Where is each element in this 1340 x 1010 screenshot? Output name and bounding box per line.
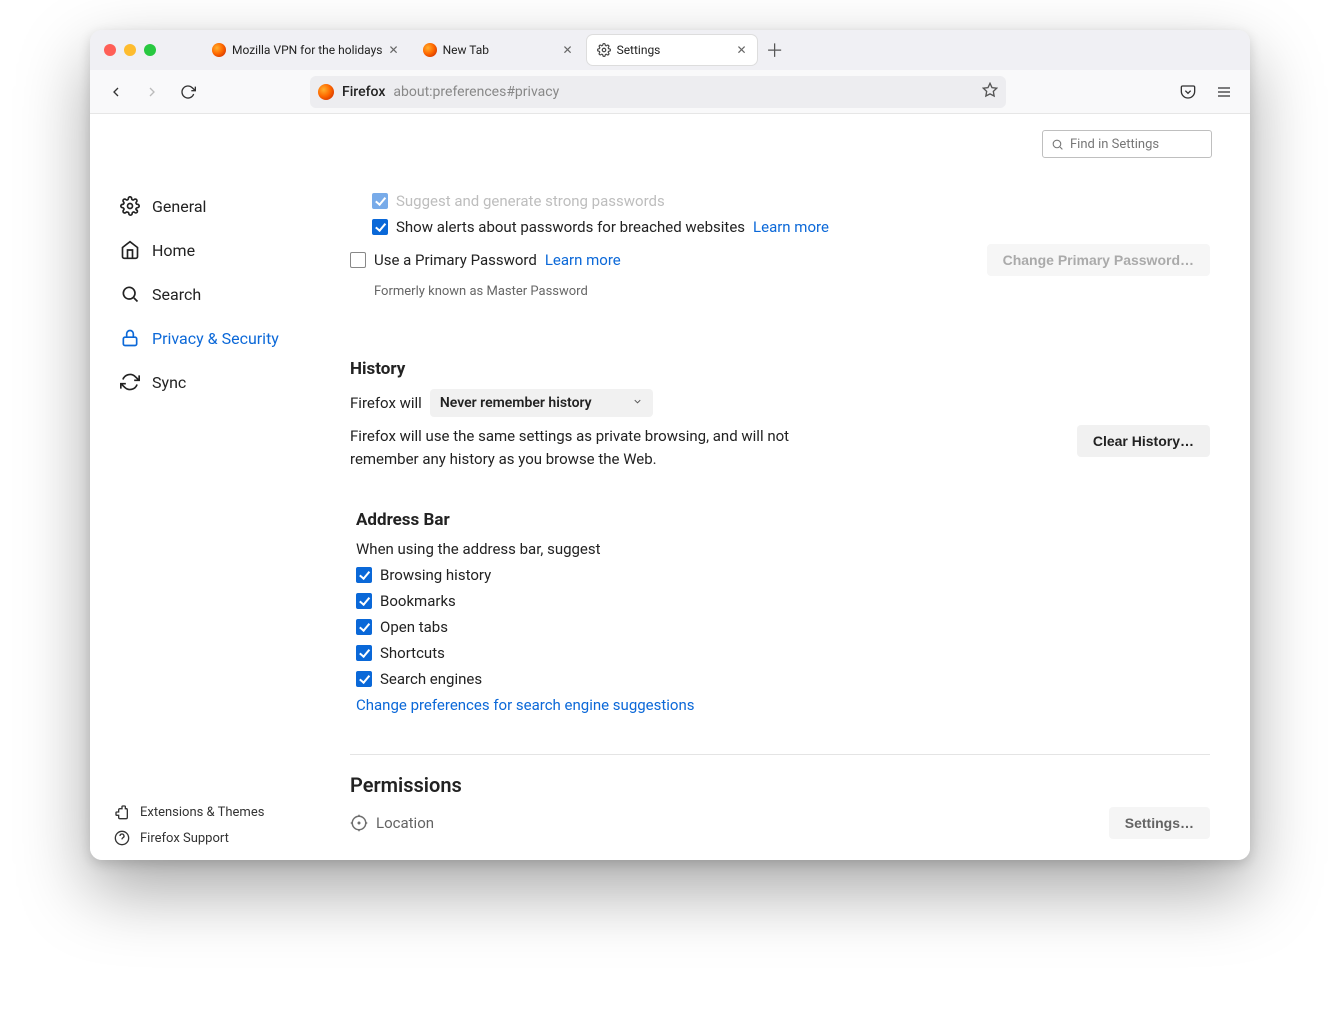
sidebar-item-home[interactable]: Home: [114, 228, 330, 272]
location-icon: [350, 814, 368, 832]
sync-icon: [120, 372, 140, 392]
checkbox-browsing-history[interactable]: [356, 567, 372, 583]
sidebar-item-label: Home: [152, 241, 195, 260]
footer-label: Extensions & Themes: [140, 805, 264, 820]
sidebar-item-general[interactable]: General: [114, 184, 330, 228]
close-icon[interactable]: ✕: [563, 43, 573, 57]
learn-more-link[interactable]: Learn more: [545, 251, 621, 269]
tab-label: Settings: [617, 43, 661, 57]
checkbox-search-engines[interactable]: [356, 671, 372, 687]
sidebar-item-sync[interactable]: Sync: [114, 360, 330, 404]
gear-icon: [120, 196, 140, 216]
checkbox-suggest-strong[interactable]: [372, 193, 388, 209]
location-settings-button[interactable]: Settings…: [1109, 807, 1210, 839]
checkbox-shortcuts[interactable]: [356, 645, 372, 661]
primary-password-subtext: Formerly known as Master Password: [374, 284, 1210, 299]
sidebar-item-label: Sync: [152, 373, 186, 392]
pocket-icon[interactable]: [1174, 78, 1202, 106]
section-heading: Permissions: [350, 773, 1210, 797]
footer-label: Firefox Support: [140, 831, 229, 846]
forward-button[interactable]: [138, 78, 166, 106]
addressbar-section: Address Bar When using the address bar, …: [356, 510, 1210, 714]
settings-search-input[interactable]: Find in Settings: [1042, 130, 1212, 158]
settings-scroll[interactable]: Suggest and generate strong passwords Sh…: [330, 132, 1250, 860]
browser-window: Mozilla VPN for the holidays ✕ New Tab ✕…: [90, 30, 1250, 860]
lock-icon: [120, 328, 140, 348]
permissions-section: Permissions Location Settings…: [350, 773, 1210, 839]
tab-label: Mozilla VPN for the holidays: [232, 43, 383, 57]
learn-more-link[interactable]: Learn more: [753, 218, 829, 236]
tab-strip: Mozilla VPN for the holidays ✕ New Tab ✕…: [90, 30, 1250, 70]
checkbox-breach-alerts[interactable]: [372, 219, 388, 235]
sidebar-support-link[interactable]: Firefox Support: [114, 830, 264, 846]
reload-button[interactable]: [174, 78, 202, 106]
tab-newtab[interactable]: New Tab ✕: [413, 35, 583, 65]
checkbox-label: Use a Primary Password: [374, 251, 537, 269]
sidebar-item-label: Privacy & Security: [152, 329, 279, 348]
clear-history-button[interactable]: Clear History…: [1077, 425, 1210, 457]
back-button[interactable]: [102, 78, 130, 106]
change-primary-password-button[interactable]: Change Primary Password…: [987, 244, 1210, 276]
firefox-icon: [212, 43, 226, 57]
history-description: Firefox will use the same settings as pr…: [350, 425, 790, 470]
checkbox-label: Shortcuts: [380, 644, 445, 662]
firefox-icon: [318, 84, 334, 100]
section-heading: Address Bar: [356, 510, 1210, 530]
close-icon[interactable]: ✕: [389, 43, 399, 57]
tab-label: New Tab: [443, 43, 489, 57]
checkbox-label: Suggest and generate strong passwords: [396, 192, 665, 210]
section-divider: [350, 754, 1210, 755]
sidebar-item-privacy[interactable]: Privacy & Security: [114, 316, 330, 360]
home-icon: [120, 240, 140, 260]
urlbar-product: Firefox: [342, 84, 385, 100]
window-minimize-button[interactable]: [124, 44, 136, 56]
nav-toolbar: Firefox about:preferences#privacy: [90, 70, 1250, 114]
sidebar-item-label: General: [152, 197, 206, 216]
history-firefox-will-label: Firefox will: [350, 394, 422, 412]
close-icon[interactable]: ✕: [737, 43, 747, 57]
gear-icon: [597, 43, 611, 57]
url-bar[interactable]: Firefox about:preferences#privacy: [310, 76, 1006, 108]
search-icon: [120, 284, 140, 304]
sidebar-item-label: Search: [152, 285, 201, 304]
section-heading: History: [350, 359, 1210, 379]
settings-sidebar: General Home Search Privacy & Security: [90, 114, 330, 860]
addressbar-subtext: When using the address bar, suggest: [356, 540, 1210, 558]
sidebar-item-search[interactable]: Search: [114, 272, 330, 316]
checkbox-label: Open tabs: [380, 618, 448, 636]
select-value: Never remember history: [440, 395, 592, 411]
checkbox-bookmarks[interactable]: [356, 593, 372, 609]
checkbox-label: Bookmarks: [380, 592, 456, 610]
sidebar-extensions-link[interactable]: Extensions & Themes: [114, 804, 264, 820]
settings-main: Find in Settings Suggest and generate st…: [330, 114, 1250, 860]
urlbar-url: about:preferences#privacy: [393, 84, 559, 100]
checkbox-open-tabs[interactable]: [356, 619, 372, 635]
search-placeholder: Find in Settings: [1070, 137, 1159, 152]
app-menu-button[interactable]: [1210, 78, 1238, 106]
checkbox-primary-password[interactable]: [350, 252, 366, 268]
content-area: General Home Search Privacy & Security: [90, 114, 1250, 860]
checkbox-label: Browsing history: [380, 566, 491, 584]
passwords-section: Suggest and generate strong passwords Sh…: [350, 192, 1210, 299]
checkbox-label: Show alerts about passwords for breached…: [396, 218, 745, 236]
sidebar-footer: Extensions & Themes Firefox Support: [114, 804, 264, 846]
firefox-icon: [423, 43, 437, 57]
window-controls: [98, 44, 164, 56]
change-search-prefs-link[interactable]: Change preferences for search engine sug…: [356, 696, 695, 714]
chevron-down-icon: [632, 396, 643, 410]
window-close-button[interactable]: [104, 44, 116, 56]
history-section: History Firefox will Never remember hist…: [350, 359, 1210, 470]
tab-settings[interactable]: Settings ✕: [587, 35, 757, 65]
permission-label: Location: [376, 814, 434, 832]
history-mode-select[interactable]: Never remember history: [430, 389, 653, 417]
window-maximize-button[interactable]: [144, 44, 156, 56]
tab-vpn[interactable]: Mozilla VPN for the holidays ✕: [202, 35, 409, 65]
bookmark-star-icon[interactable]: [982, 82, 998, 102]
new-tab-button[interactable]: ＋: [761, 36, 789, 64]
checkbox-label: Search engines: [380, 670, 482, 688]
